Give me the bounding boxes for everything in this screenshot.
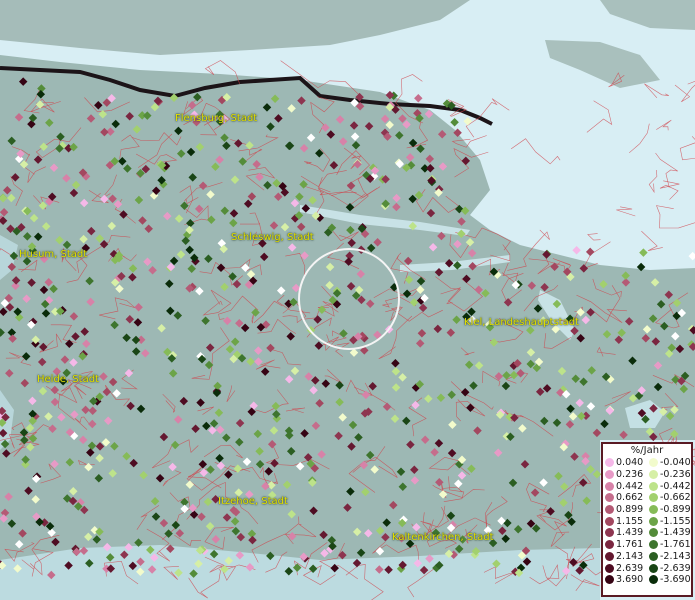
legend-positive-value: 2.639 [616, 562, 644, 574]
legend-positive-row: 0.662 [603, 492, 647, 504]
legend-positive-value: 1.155 [616, 515, 644, 527]
legend-negative-swatch [649, 505, 658, 515]
legend-negative-row: -1.155 [647, 515, 691, 527]
legend-positive-swatch [605, 470, 614, 480]
legend-positive-swatch [605, 575, 614, 585]
legend-negative-swatch [649, 481, 658, 491]
legend-column-negative: -0.040 -0.236 -0.442 -0.662 -0.899 -1.155 -1.4… [647, 457, 691, 586]
legend-negative-row: -0.442 [647, 480, 691, 492]
legend-negative-value: -1.439 [660, 527, 691, 539]
legend-negative-swatch [649, 551, 658, 561]
legend-negative-row: -0.040 [647, 457, 691, 469]
legend-positive-swatch [605, 505, 614, 515]
legend-positive-value: 1.439 [616, 527, 644, 539]
legend-negative-row: -2.143 [647, 551, 691, 563]
legend-positive-value: 0.040 [616, 457, 644, 469]
legend-positive-swatch [605, 563, 614, 573]
legend-negative-swatch [649, 470, 658, 480]
legend-positive-row: 1.761 [603, 539, 647, 551]
legend-negative-value: -2.143 [660, 550, 691, 562]
legend-positive-swatch [605, 528, 614, 538]
legend-negative-value: -0.040 [660, 457, 691, 469]
legend-negative-value: -0.899 [660, 504, 691, 516]
legend-negative-swatch [649, 516, 658, 526]
legend-negative-value: -1.761 [660, 539, 691, 551]
legend-positive-value: 0.236 [616, 469, 644, 481]
legend-positive-swatch [605, 551, 614, 561]
map-canvas [0, 0, 695, 600]
legend-positive-swatch [605, 493, 614, 503]
legend-negative-value: -1.155 [660, 515, 691, 527]
legend-positive-row: 0.899 [603, 504, 647, 516]
legend-positive-value: 1.761 [616, 539, 644, 551]
legend-positive-value: 0.899 [616, 504, 644, 516]
legend-negative-value: -3.690 [660, 574, 691, 586]
legend-positive-row: 1.155 [603, 515, 647, 527]
legend-positive-swatch [605, 481, 614, 491]
legend-negative-row: -0.662 [647, 492, 691, 504]
legend-column-positive: 0.040 0.236 0.442 0.662 0.899 1.155 1.439 1.761… [603, 457, 647, 586]
legend-positive-swatch [605, 458, 614, 468]
legend-title: %/Jahr [630, 445, 664, 456]
legend-negative-swatch [649, 540, 658, 550]
legend-positive-row: 0.040 [603, 457, 647, 469]
map-view[interactable]: Flensburg, Stadt Schleswig, Stadt Husum,… [0, 0, 695, 600]
legend-positive-value: 0.442 [616, 480, 644, 492]
legend-negative-swatch [649, 458, 658, 468]
legend-negative-row: -0.236 [647, 469, 691, 481]
legend-negative-row: -3.690 [647, 574, 691, 586]
legend-negative-swatch [649, 493, 658, 503]
legend-negative-row: -1.439 [647, 527, 691, 539]
city-label-kaltenkirchen: Kaltenkirchen, Stadt [392, 532, 494, 543]
legend-positive-row: 0.236 [603, 469, 647, 481]
legend-negative-swatch [649, 563, 658, 573]
legend-positive-value: 2.143 [616, 550, 644, 562]
legend-positive-row: 2.143 [603, 551, 647, 563]
city-label-schleswig: Schleswig, Stadt [231, 232, 314, 243]
city-label-itzehoe: Itzehoe, Stadt [218, 496, 288, 507]
legend-negative-value: -0.236 [660, 469, 691, 481]
legend-positive-row: 0.442 [603, 480, 647, 492]
city-label-husum: Husum, Stadt [19, 249, 88, 260]
legend-negative-value: -0.442 [660, 480, 691, 492]
legend-negative-value: -0.662 [660, 492, 691, 504]
legend-negative-value: -2.639 [660, 562, 691, 574]
legend-negative-row: -2.639 [647, 562, 691, 574]
legend: %/Jahr 0.040 0.236 0.442 0.662 0.899 1.155 1.4… [601, 442, 693, 597]
legend-positive-swatch [605, 516, 614, 526]
legend-negative-swatch [649, 528, 658, 538]
legend-positive-value: 0.662 [616, 492, 644, 504]
legend-positive-value: 3.690 [616, 574, 644, 586]
legend-positive-swatch [605, 540, 614, 550]
city-label-flensburg: Flensburg, Stadt [175, 113, 258, 124]
legend-positive-row: 3.690 [603, 574, 647, 586]
legend-negative-row: -0.899 [647, 504, 691, 516]
legend-positive-row: 2.639 [603, 562, 647, 574]
legend-positive-row: 1.439 [603, 527, 647, 539]
city-label-heide: Heide, Stadt [37, 374, 99, 385]
legend-negative-row: -1.761 [647, 539, 691, 551]
city-label-kiel: Kiel, Landeshauptstadt [464, 317, 579, 328]
legend-negative-swatch [649, 575, 658, 585]
